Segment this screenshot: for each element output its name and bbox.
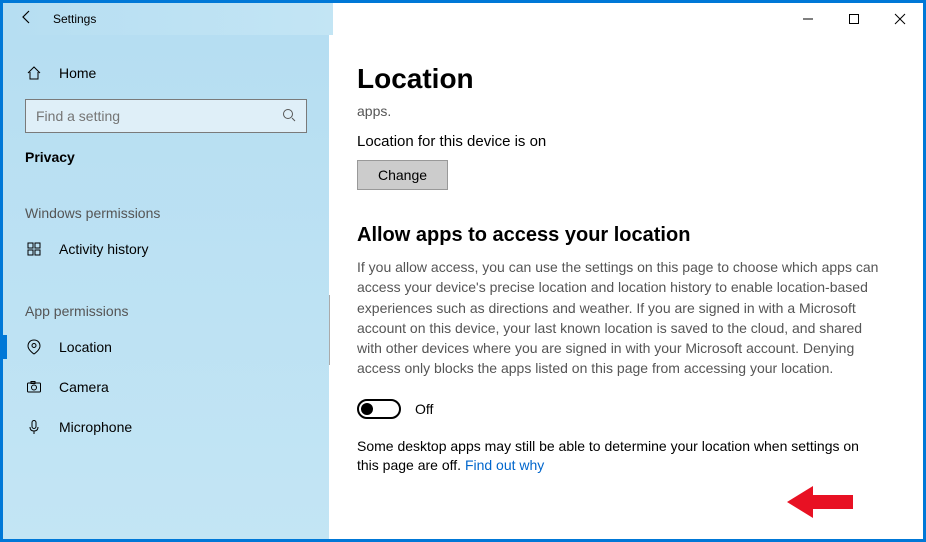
sidebar-item-location[interactable]: Location: [3, 327, 329, 367]
search-input[interactable]: [25, 99, 307, 133]
device-location-status: Location for this device is on: [357, 133, 883, 150]
sidebar-item-home[interactable]: Home: [3, 53, 329, 93]
microphone-icon: [25, 419, 43, 435]
sidebar-item-activity-history[interactable]: Activity history: [3, 229, 329, 269]
minimize-button[interactable]: [785, 3, 831, 35]
home-icon: [25, 65, 43, 81]
toggle-knob: [361, 403, 373, 415]
section-app-permissions: App permissions: [3, 303, 329, 319]
location-access-toggle[interactable]: [357, 399, 401, 419]
sidebar: Home Privacy Windows permissions Activit…: [3, 35, 329, 539]
content-area: Location apps. Location for this device …: [329, 35, 923, 539]
sidebar-item-label: Microphone: [59, 419, 132, 435]
annotation-arrow: [787, 486, 853, 518]
close-button[interactable]: [877, 3, 923, 35]
page-title: Location: [357, 63, 883, 95]
search-icon: [282, 108, 296, 125]
activity-history-icon: [25, 241, 43, 257]
truncated-text: apps.: [357, 103, 883, 119]
desktop-apps-note: Some desktop apps may still be able to d…: [357, 437, 883, 476]
section-windows-permissions: Windows permissions: [3, 205, 329, 221]
toggle-state-label: Off: [415, 401, 433, 417]
sidebar-item-label: Activity history: [59, 241, 148, 257]
sidebar-item-label: Location: [59, 339, 112, 355]
search-field[interactable]: [36, 108, 244, 124]
scrollbar-hint[interactable]: [329, 295, 330, 365]
allow-apps-description: If you allow access, you can use the set…: [357, 257, 883, 379]
sidebar-item-label: Camera: [59, 379, 109, 395]
location-icon: [25, 339, 43, 355]
change-button[interactable]: Change: [357, 160, 448, 190]
sidebar-item-microphone[interactable]: Microphone: [3, 407, 329, 447]
window-title: Settings: [51, 12, 96, 26]
back-button[interactable]: [3, 9, 51, 30]
camera-icon: [25, 379, 43, 395]
sidebar-home-label: Home: [59, 65, 96, 81]
sidebar-item-camera[interactable]: Camera: [3, 367, 329, 407]
titlebar: Settings: [3, 3, 923, 35]
find-out-why-link[interactable]: Find out why: [465, 457, 544, 473]
footer-text: Some desktop apps may still be able to d…: [357, 438, 859, 474]
sidebar-active-category[interactable]: Privacy: [3, 149, 329, 165]
settings-window: Settings Home: [0, 0, 926, 542]
maximize-button[interactable]: [831, 3, 877, 35]
allow-apps-heading: Allow apps to access your location: [357, 224, 883, 247]
